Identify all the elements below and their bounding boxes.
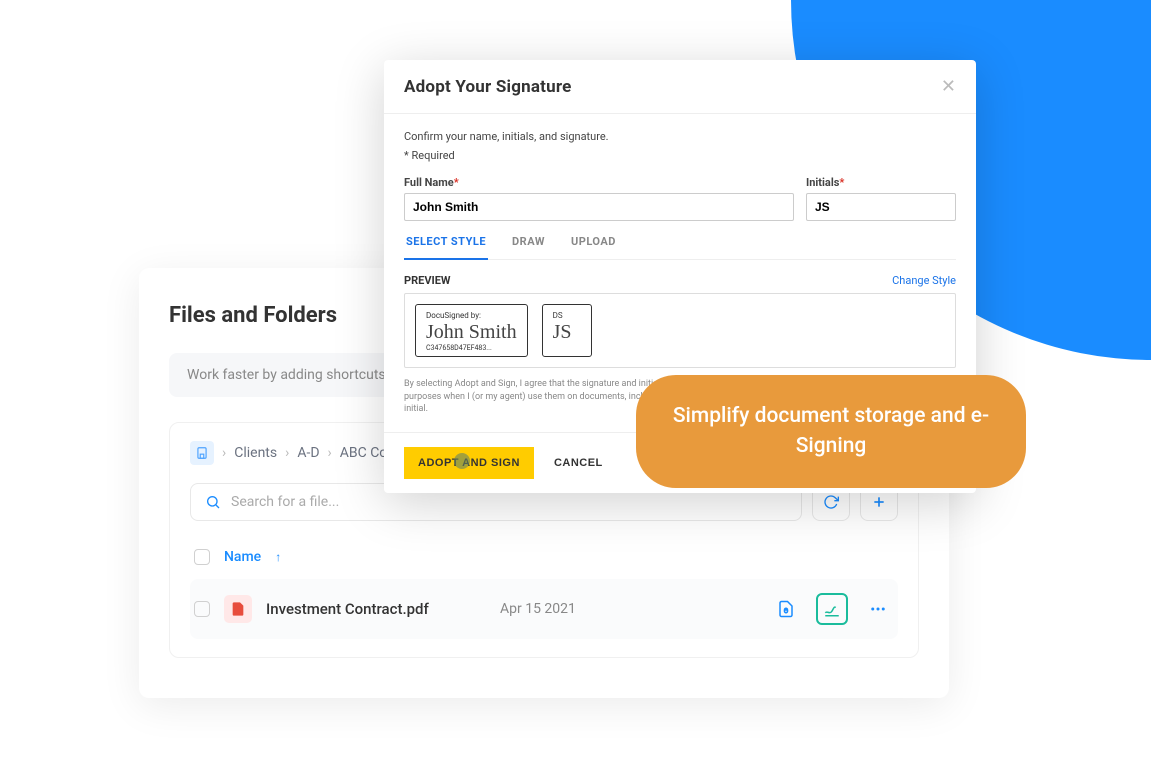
cancel-button[interactable]: CANCEL (554, 457, 603, 469)
signature-code: C347658D47EF483... (426, 344, 517, 352)
crumb-clients[interactable]: Clients (234, 445, 277, 461)
refresh-icon (823, 494, 839, 510)
initials-label: Initials* (806, 176, 956, 189)
required-note: * Required (404, 149, 956, 162)
initials-preview: DS JS (542, 304, 592, 357)
row-checkbox[interactable] (194, 601, 210, 617)
file-date: Apr 15 2021 (500, 601, 650, 617)
fullname-label: Full Name* (404, 176, 794, 189)
adopt-sign-button[interactable]: ADOPT AND SIGN (404, 447, 534, 479)
name-form-row: Full Name* Initials* (404, 176, 956, 221)
cursor-indicator (454, 453, 470, 469)
fullname-input[interactable] (404, 193, 794, 221)
table-header: Name ↑ (190, 541, 898, 579)
column-name[interactable]: Name (224, 549, 261, 565)
chevron-right-icon: › (328, 445, 332, 461)
close-button[interactable]: ✕ (941, 76, 956, 97)
preview-label: PREVIEW (404, 274, 451, 287)
search-placeholder: Search for a file... (231, 494, 339, 510)
select-all-checkbox[interactable] (194, 549, 210, 565)
preview-box: DocuSigned by: John Smith C347658D47EF48… (404, 293, 956, 368)
tab-select-style[interactable]: SELECT STYLE (404, 235, 488, 260)
modal-header: Adopt Your Signature ✕ (384, 60, 976, 114)
fullname-field: Full Name* (404, 176, 794, 221)
tab-draw[interactable]: DRAW (510, 235, 547, 259)
initials-field: Initials* (806, 176, 956, 221)
tab-upload[interactable]: UPLOAD (569, 235, 618, 259)
initials-input[interactable] (806, 193, 956, 221)
sign-action[interactable] (816, 593, 848, 625)
chevron-right-icon: › (285, 445, 289, 461)
home-icon[interactable] (190, 441, 214, 465)
style-tabs: SELECT STYLE DRAW UPLOAD (404, 235, 956, 260)
modal-subtitle: Confirm your name, initials, and signatu… (404, 130, 956, 143)
change-style-link[interactable]: Change Style (892, 274, 956, 287)
lock-icon (777, 600, 795, 618)
plus-icon (871, 494, 887, 510)
initials-tag: DS (553, 311, 581, 320)
pdf-icon (224, 595, 252, 623)
callout-pill: Simplify document storage and e-Signing (636, 375, 1026, 488)
preview-header: PREVIEW Change Style (404, 274, 956, 287)
crumb-ad[interactable]: A-D (297, 445, 319, 461)
chevron-right-icon: › (222, 445, 226, 461)
lock-action[interactable] (770, 593, 802, 625)
sort-arrow-icon: ↑ (275, 550, 281, 564)
initials-script: JS (553, 322, 581, 342)
signature-script: John Smith (426, 322, 517, 342)
file-row[interactable]: Investment Contract.pdf Apr 15 2021 (190, 579, 898, 639)
search-icon (205, 494, 221, 510)
signature-preview: DocuSigned by: John Smith C347658D47EF48… (415, 304, 528, 357)
signature-tag: DocuSigned by: (426, 311, 517, 320)
modal-title: Adopt Your Signature (404, 77, 572, 97)
more-action[interactable] (862, 593, 894, 625)
file-name: Investment Contract.pdf (266, 600, 486, 618)
more-icon (869, 600, 887, 618)
signature-icon (823, 600, 841, 618)
